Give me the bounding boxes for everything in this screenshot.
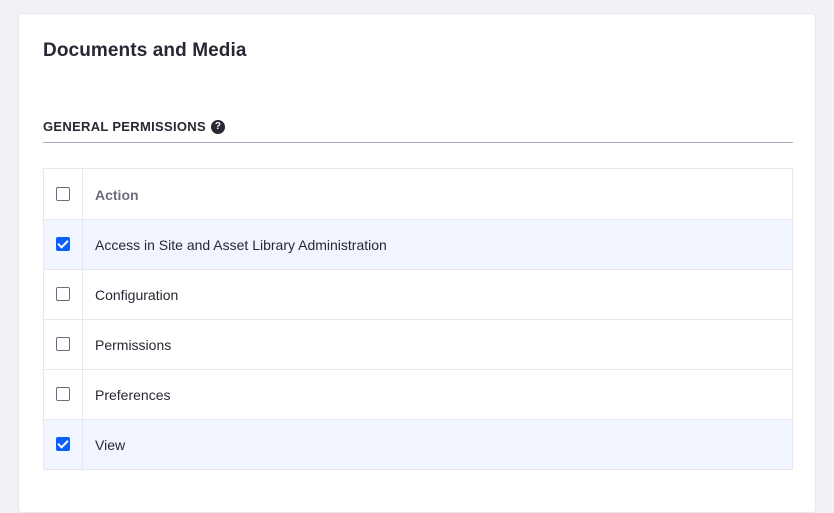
action-label: Permissions [95, 336, 172, 353]
table-row: Access in Site and Asset Library Adminis… [44, 219, 792, 269]
section-label: GENERAL PERMISSIONS [43, 119, 206, 134]
permissions-table: Action Access in Site and Asset Library … [43, 168, 793, 470]
action-label: Access in Site and Asset Library Adminis… [95, 236, 387, 253]
action-label: View [95, 436, 126, 453]
row-checkbox-cell [44, 320, 83, 369]
table-row: Preferences [44, 369, 792, 419]
table-row: View [44, 419, 792, 469]
row-checkbox-cell [44, 220, 83, 269]
help-icon[interactable]: ? [210, 120, 225, 134]
permissions-card: Documents and Media GENERAL PERMISSIONS … [18, 13, 816, 513]
action-column-header: Action [95, 187, 139, 203]
row-checkbox[interactable] [56, 436, 70, 451]
row-checkbox-cell [44, 270, 83, 319]
row-checkbox-cell [44, 370, 83, 419]
table-row: Permissions [44, 319, 792, 369]
table-header-row: Action [44, 169, 792, 219]
row-checkbox[interactable] [56, 236, 70, 251]
row-checkbox[interactable] [56, 386, 70, 401]
select-all-cell [44, 169, 83, 219]
panel-title: Documents and Media [43, 40, 247, 61]
row-checkbox[interactable] [56, 286, 70, 301]
action-label: Configuration [95, 286, 179, 303]
action-label: Preferences [95, 386, 171, 403]
row-checkbox-cell [44, 420, 83, 469]
row-checkbox[interactable] [56, 336, 70, 351]
table-row: Configuration [44, 269, 792, 319]
section-header: GENERAL PERMISSIONS ? [43, 119, 793, 143]
select-all-checkbox[interactable] [56, 187, 70, 201]
